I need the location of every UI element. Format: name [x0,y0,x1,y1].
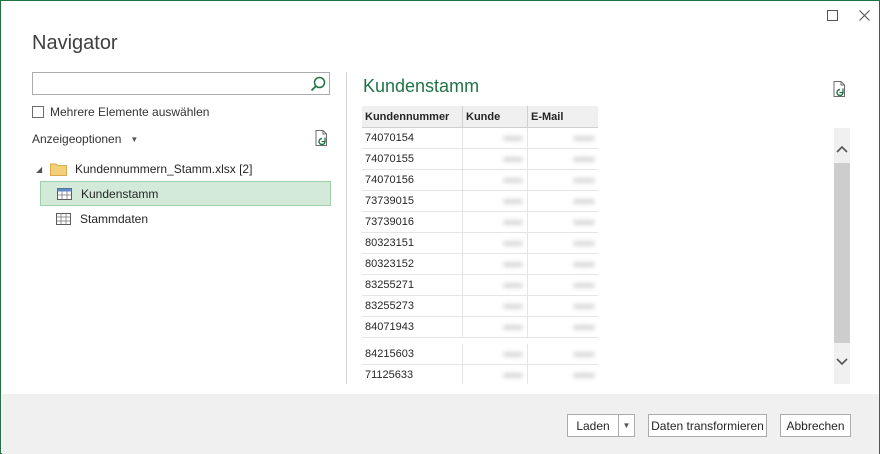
table-icon [57,187,72,200]
cell-kundennummer: 74070154 [362,128,463,148]
cell-email-redacted [528,149,598,169]
maximize-icon [826,9,838,21]
tree-item-label: Stammdaten [80,211,149,226]
table-row: 83255271 [362,275,598,296]
transform-data-button[interactable]: Daten transformieren [648,414,767,437]
cell-email-redacted [528,254,598,274]
multi-select-option[interactable]: Mehrere Elemente auswählen [32,105,209,119]
search-input[interactable] [35,74,305,93]
cell-kunde-redacted [463,170,528,190]
table-row: 73739015 [362,191,598,212]
table-row: 71125633 [362,365,598,384]
search-field[interactable] [32,72,330,95]
close-button[interactable] [853,5,875,25]
cell-kundennummer: 73739015 [362,191,463,211]
caret-down-icon: ▼ [622,421,631,430]
scroll-thumb[interactable] [834,163,850,343]
cell-kunde-redacted [463,233,528,253]
expand-arrow-icon[interactable]: ◢ [36,165,48,174]
sheet-icon [56,212,71,225]
table-row: 84215603 [362,344,598,365]
cancel-button[interactable]: Abbrechen [780,414,851,437]
column-header[interactable]: Kunde [463,106,528,127]
table-row: 80323152 [362,254,598,275]
pane-divider[interactable] [346,72,347,384]
refresh-icon[interactable] [831,80,849,98]
cell-kunde-redacted [463,365,528,384]
preview-title: Kundenstamm [363,76,480,96]
scroll-up-button[interactable] [834,140,850,158]
cell-kundennummer: 80323151 [362,233,463,253]
cell-kundennummer: 71125633 [362,365,463,384]
cell-email-redacted [528,275,598,295]
tree-root-label: Kundennummern_Stamm.xlsx [2] [75,162,253,176]
cell-kunde-redacted [463,254,528,274]
cell-kunde-redacted [463,344,528,364]
cell-kundennummer: 84215603 [362,344,463,364]
display-options-dropdown[interactable]: Anzeigeoptionen ▼ [32,132,138,146]
table-row: 84071943 [362,317,598,338]
dialog-title: Navigator [32,32,118,54]
cell-email-redacted [528,317,598,337]
table-row: 80323151 [362,233,598,254]
table-row: 74070155 [362,149,598,170]
cell-email-redacted [528,212,598,232]
chevron-down-icon [836,358,848,366]
folder-icon [50,163,67,176]
refresh-icon[interactable] [313,129,331,147]
table-row: 74070154 [362,128,598,149]
cell-kundennummer: 83255271 [362,275,463,295]
preview-scrollbar[interactable] [834,128,850,384]
cell-kundennummer: 74070155 [362,149,463,169]
display-options-label: Anzeigeoptionen [32,132,122,146]
table-row: 73739016 [362,212,598,233]
table-header: Kundennummer Kunde E-Mail [362,106,598,128]
cell-email-redacted [528,344,598,364]
column-header[interactable]: E-Mail [528,106,598,127]
cell-kunde-redacted [463,212,528,232]
tree-item-kundenstamm[interactable]: Kundenstamm [40,181,331,206]
cell-kundennummer: 83255273 [362,296,463,316]
maximize-button[interactable] [821,5,843,25]
navigator-dialog: Navigator Mehrere Elemente auswählen Anz… [0,0,880,454]
cell-email-redacted [528,128,598,148]
close-icon [858,9,870,21]
table-row: 74070156 [362,170,598,191]
load-dropdown-button[interactable]: ▼ [618,414,635,437]
cell-email-redacted [528,233,598,253]
cell-email-redacted [528,296,598,316]
cell-kunde-redacted [463,296,528,316]
cell-kundennummer: 74070156 [362,170,463,190]
cell-email-redacted [528,170,598,190]
table-row: 83255273 [362,296,598,317]
cell-kundennummer: 84071943 [362,317,463,337]
chevron-up-icon [836,145,848,153]
cell-kunde-redacted [463,191,528,211]
cell-kundennummer: 80323152 [362,254,463,274]
table-body: 74070154 74070155 74070156 73739015 73739016… [362,128,598,384]
load-button[interactable]: Laden [567,414,619,437]
cell-kunde-redacted [463,275,528,295]
scroll-down-button[interactable] [834,353,850,371]
cell-email-redacted [528,365,598,384]
caret-down-icon: ▼ [130,134,139,144]
multi-select-label: Mehrere Elemente auswählen [50,105,210,119]
tree-item-label: Kundenstamm [81,186,159,201]
dialog-footer: Laden ▼ Daten transformieren Abbrechen [2,394,879,454]
preview-table[interactable]: Kundennummer Kunde E-Mail 74070154 740701… [362,106,598,384]
tree-item-stammdaten[interactable]: Stammdaten [40,206,331,231]
multi-select-checkbox[interactable] [32,106,44,118]
cell-kunde-redacted [463,128,528,148]
cell-kundennummer: 73739016 [362,212,463,232]
column-header[interactable]: Kundennummer [362,106,463,127]
search-icon[interactable] [309,75,327,93]
tree-root-file[interactable]: ◢ Kundennummern_Stamm.xlsx [2] [36,159,252,179]
cell-kunde-redacted [463,317,528,337]
cell-email-redacted [528,191,598,211]
cell-kunde-redacted [463,149,528,169]
